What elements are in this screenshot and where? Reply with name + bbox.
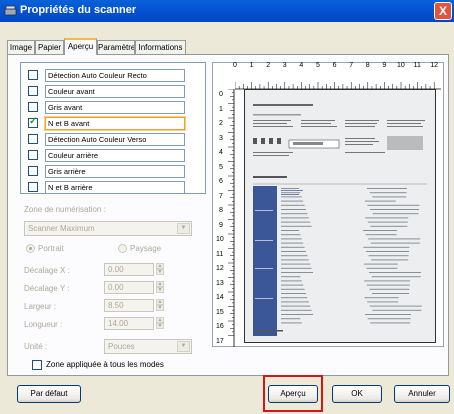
offset-y-input[interactable]: 0.00: [104, 281, 154, 294]
ruler-v-label: 13: [216, 279, 224, 287]
ruler-v-label: 0: [219, 91, 223, 98]
scan-area-value: Scanner Maximum: [28, 224, 95, 233]
horizontal-ruler: [235, 82, 441, 90]
ruler-h-label: 8: [365, 62, 370, 69]
default-button[interactable]: Par défaut: [17, 385, 81, 403]
document-thumbnail: [245, 90, 435, 342]
ruler-h-label: 7: [349, 62, 354, 69]
ruler-v-label: 7: [219, 192, 223, 200]
mode-label[interactable]: Détection Auto Couleur Verso: [45, 133, 185, 146]
scan-area-select[interactable]: Scanner Maximum ▼: [24, 221, 192, 236]
mode-label[interactable]: Couleur arrière: [45, 149, 185, 162]
ruler-v-label: 11: [216, 250, 224, 258]
mode-checkbox[interactable]: [28, 150, 38, 160]
portrait-radio[interactable]: [26, 244, 35, 253]
ruler-h-label: 6: [332, 62, 337, 69]
offset-x-input[interactable]: 0.00: [104, 263, 154, 276]
mode-checkbox[interactable]: [28, 102, 38, 112]
ruler-v-label: 2: [219, 120, 223, 127]
mode-checkbox[interactable]: [28, 70, 38, 80]
unit-select[interactable]: Pouces ▼: [104, 339, 192, 354]
tab-papier[interactable]: Papier: [35, 40, 64, 54]
ruler-v-label: 12: [216, 265, 224, 272]
offset-x-spinner[interactable]: ▲ ▼: [156, 263, 164, 276]
width-input[interactable]: 8.50: [104, 299, 154, 312]
mode-label[interactable]: Gris arrière: [45, 165, 185, 178]
tab-informations[interactable]: Informations: [135, 40, 186, 54]
unit-value: Pouces: [108, 342, 135, 351]
ruler-h-label: 4: [299, 62, 304, 69]
mode-checkbox[interactable]: [28, 134, 38, 144]
mode-label[interactable]: N et B avant: [44, 116, 186, 131]
offset-x-label: Décalage X :: [24, 266, 70, 275]
ruler-h-label: 1: [249, 62, 254, 69]
ok-button[interactable]: OK: [332, 385, 382, 403]
mode-checkbox[interactable]: [28, 166, 38, 176]
scanner-icon: [4, 5, 17, 16]
offset-y-label: Décalage Y :: [24, 284, 70, 293]
ruler-v-label: 5: [219, 163, 223, 171]
ruler-h-label: 12: [430, 62, 438, 69]
landscape-radio[interactable]: [118, 244, 127, 253]
ruler-v-label: 14: [216, 294, 224, 301]
chevron-down-icon: ▼: [177, 223, 190, 234]
scan-area-group: Zone de numérisation : Scanner Maximum ▼…: [20, 199, 204, 377]
scan-area-label: Zone de numérisation :: [24, 205, 106, 214]
portrait-label: Portrait: [38, 244, 64, 253]
ruler-v-label: 10: [216, 236, 224, 243]
ruler-h-label: 11: [413, 62, 421, 69]
ruler-v-label: 8: [219, 207, 223, 214]
mode-label[interactable]: Détection Auto Couleur Recto: [45, 69, 185, 82]
ruler-v-label: 3: [219, 134, 223, 142]
chevron-down-icon: ▼: [177, 341, 190, 352]
mode-label[interactable]: Couleur avant: [45, 85, 185, 98]
ruler-v-label: 16: [216, 323, 224, 330]
window-title: Propriétés du scanner: [20, 4, 137, 16]
ruler-v-label: 6: [219, 178, 223, 185]
length-label: Longueur :: [24, 320, 63, 329]
close-button[interactable]: X: [434, 2, 452, 20]
width-label: Largeur :: [24, 302, 57, 311]
tab-parametre[interactable]: Paramètre: [97, 40, 135, 54]
title-bar: Propriétés du scanner X: [0, 0, 454, 22]
ruler-v-label: 9: [219, 221, 223, 229]
apply-all-label[interactable]: Zone appliquée à tous les modes: [46, 360, 164, 369]
preview-document: [244, 89, 436, 343]
highlight-box: [263, 375, 323, 412]
width-spinner[interactable]: ▲ ▼: [156, 299, 164, 312]
mode-checkbox[interactable]: [28, 182, 38, 192]
scan-mode-list: Détection Auto Couleur Recto Couleur ava…: [20, 62, 206, 194]
ruler-h-label: 10: [397, 62, 405, 69]
tab-apercu[interactable]: Aperçu: [64, 38, 97, 55]
ruler-v-label: 15: [216, 308, 224, 316]
landscape-label: Paysage: [130, 244, 162, 253]
mode-checkbox[interactable]: [28, 116, 38, 128]
tab-image[interactable]: Image: [7, 40, 35, 54]
offset-y-spinner[interactable]: ▲ ▼: [156, 281, 164, 294]
mode-checkbox[interactable]: [28, 86, 38, 96]
close-icon: X: [438, 4, 447, 18]
ruler-h-label: 9: [382, 62, 387, 69]
ruler-v-label: 17: [216, 337, 224, 345]
ruler-h-label: 2: [266, 62, 271, 69]
mode-label[interactable]: N et B arrière: [45, 181, 185, 194]
ruler-h-label: 0: [233, 62, 237, 69]
ruler-v-label: 1: [219, 105, 223, 113]
unit-label: Unité :: [24, 342, 48, 351]
ruler-v-label: 4: [219, 149, 223, 156]
cancel-button[interactable]: Annuler: [394, 385, 450, 403]
ruler-h-label: 5: [316, 62, 320, 69]
length-input[interactable]: 14.00: [104, 317, 154, 330]
ruler-h-label: 3: [282, 62, 287, 69]
mode-label[interactable]: Gris avant: [45, 101, 185, 114]
length-spinner[interactable]: ▲ ▼: [156, 317, 164, 330]
apply-all-checkbox[interactable]: [32, 360, 42, 370]
